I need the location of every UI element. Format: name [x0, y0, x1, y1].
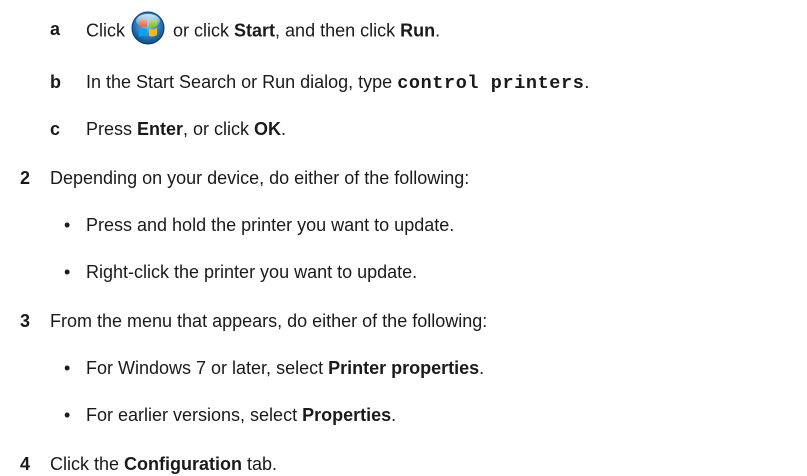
start-label: Start	[234, 20, 276, 41]
properties-label: Properties	[302, 405, 392, 425]
bullet-icon: •	[64, 262, 71, 282]
run-label: Run	[400, 20, 436, 41]
bullet-icon: •	[64, 215, 71, 235]
step-text: In the Start Search or Run dialog, type	[86, 72, 398, 92]
step-text: Click	[86, 20, 125, 41]
printer-properties-label: Printer properties	[328, 358, 480, 378]
step-number: 4	[20, 454, 31, 474]
ok-label: OK	[254, 119, 282, 139]
bullet-icon: •	[64, 405, 71, 425]
step-number: 2	[20, 168, 31, 188]
command-text: control printers	[397, 73, 585, 94]
enter-key-label: Enter	[137, 119, 184, 139]
windows-start-orb-icon[interactable]	[131, 11, 165, 45]
step-number: 3	[20, 311, 31, 331]
step-text: or click	[168, 20, 235, 41]
step-text: From the menu that appears, do either of…	[50, 311, 488, 331]
step-marker: b	[50, 72, 61, 92]
configuration-tab-label: Configuration	[124, 454, 243, 474]
step-marker: a	[50, 19, 61, 39]
step-text: Depending on your device, do either of t…	[50, 168, 470, 188]
step-marker: c	[50, 119, 61, 139]
bullet-icon: •	[64, 358, 71, 378]
